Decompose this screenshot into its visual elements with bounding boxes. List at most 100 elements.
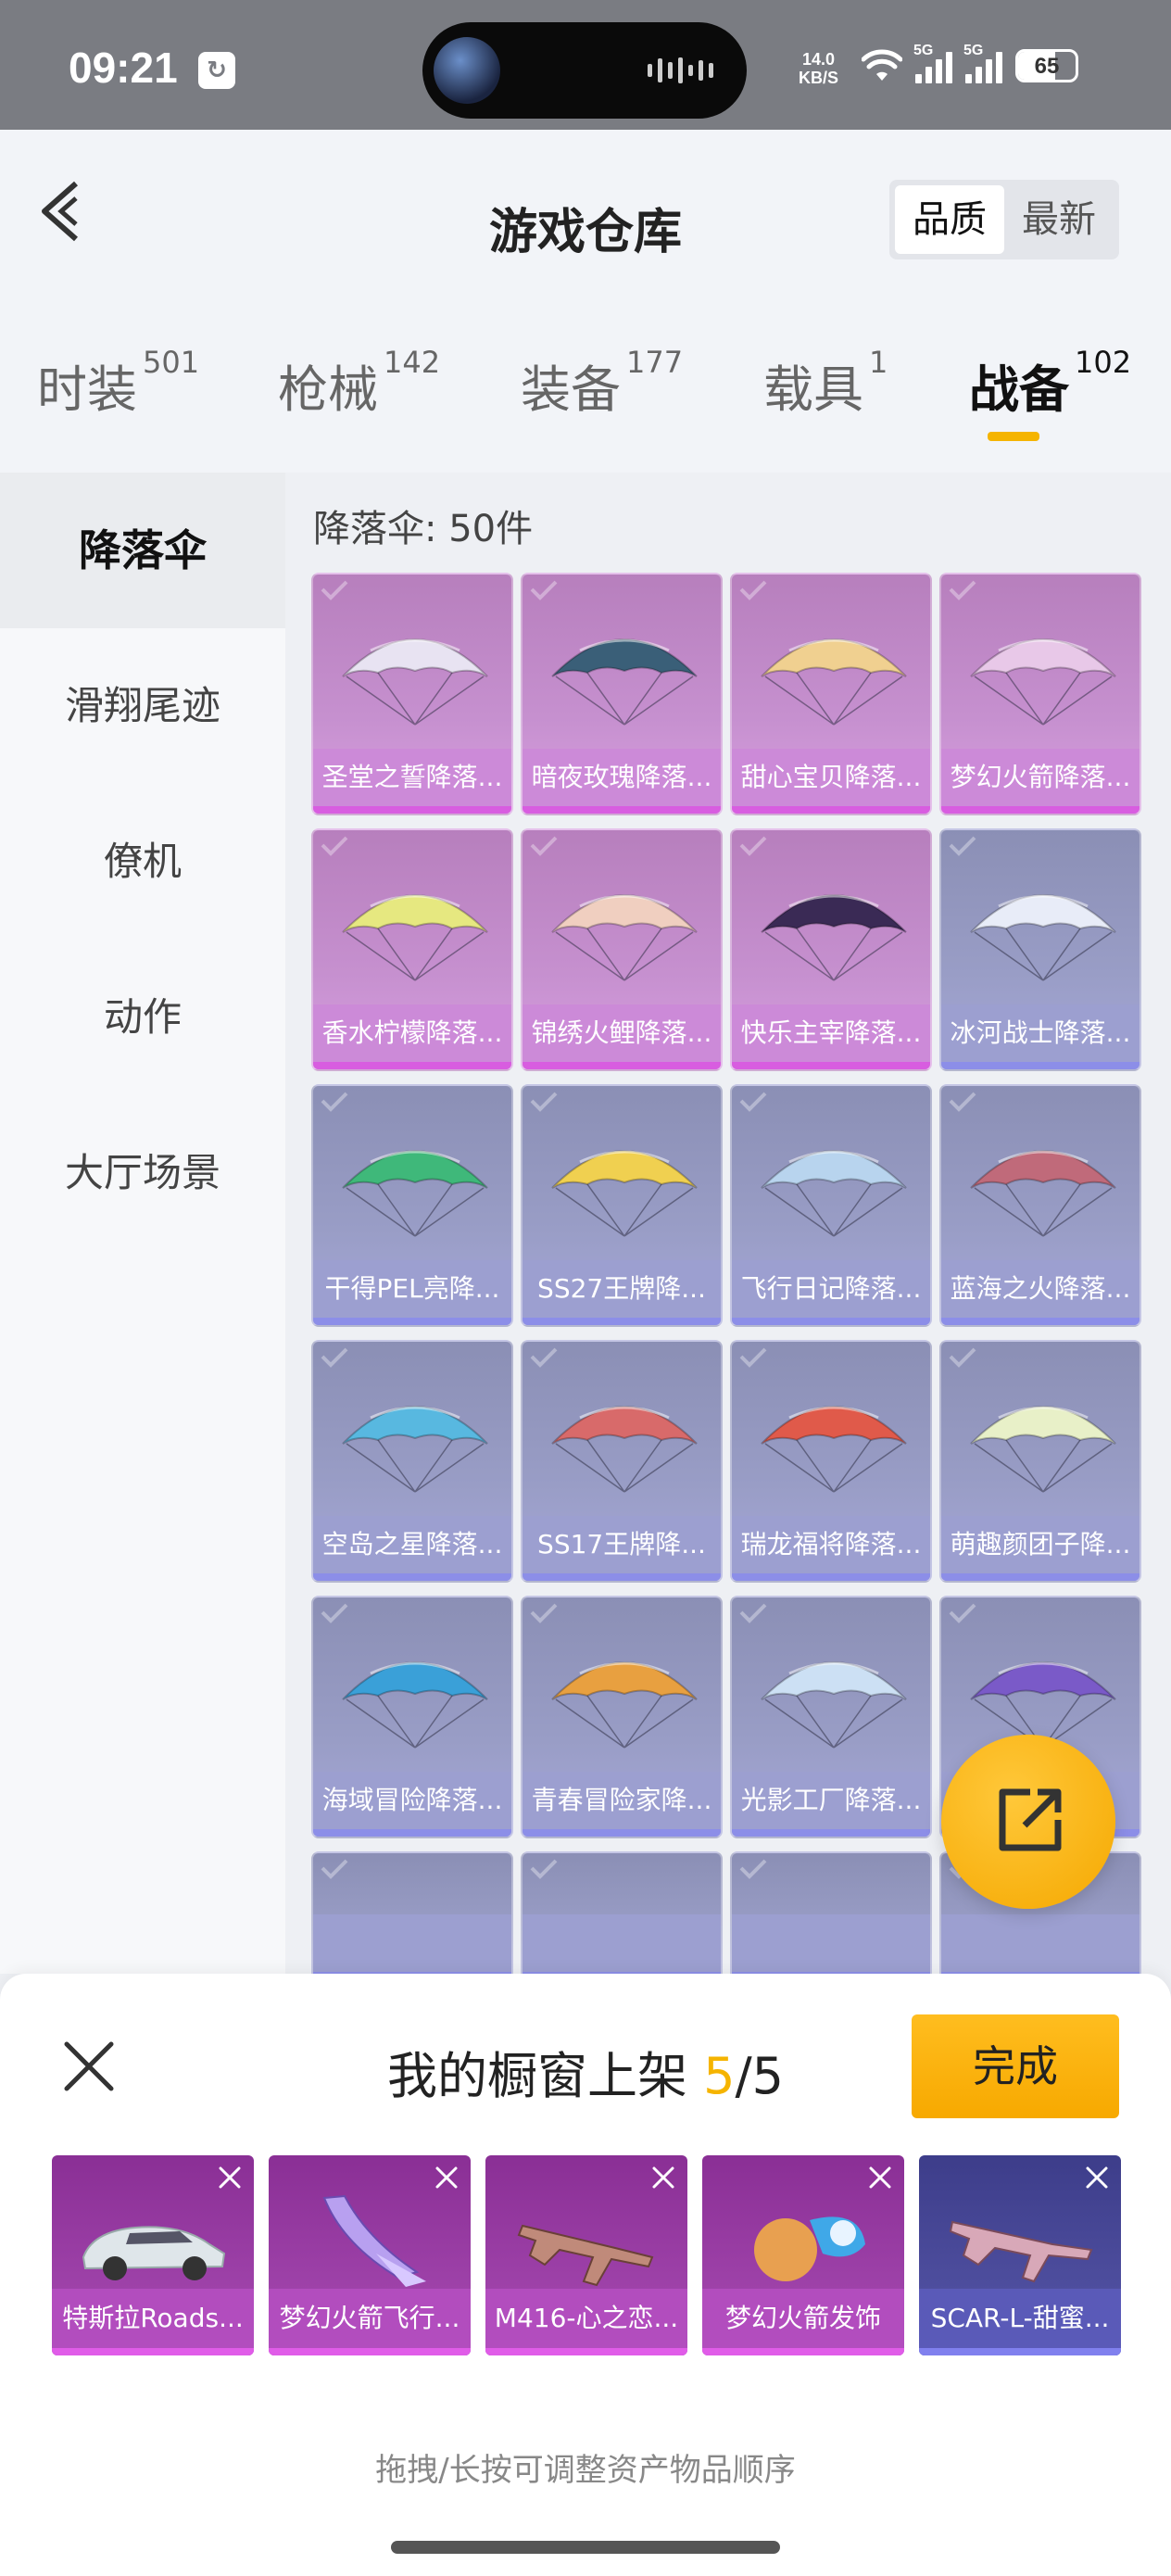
checkmark-icon[interactable] <box>528 578 560 602</box>
parachute-name: 瑞龙福将降落... <box>732 1516 930 1581</box>
sidebar-item-glide-trail[interactable]: 滑翔尾迹 <box>0 628 285 784</box>
showcase-item-name: 梦幻火箭飞行... <box>269 2289 471 2355</box>
checkmark-icon[interactable] <box>319 1601 350 1625</box>
checkmark-icon[interactable] <box>737 1090 769 1114</box>
parachute-card[interactable]: 冰河战士降落... <box>939 828 1141 1071</box>
checkmark-icon[interactable] <box>737 834 769 858</box>
parachute-name: 蓝海之火降落... <box>941 1260 1140 1325</box>
active-tab-indicator <box>988 432 1039 441</box>
parachute-card[interactable] <box>311 1851 513 1974</box>
parachute-icon <box>551 894 698 981</box>
checkmark-icon[interactable] <box>528 1090 560 1114</box>
parachute-name: 飞行日记降落... <box>732 1260 930 1325</box>
parachute-card[interactable]: 暗夜玫瑰降落... <box>521 573 723 815</box>
checkmark-icon[interactable] <box>528 1345 560 1370</box>
checkmark-icon[interactable] <box>319 1857 350 1881</box>
checkmark-icon[interactable] <box>947 834 978 858</box>
home-indicator[interactable] <box>391 2541 780 2554</box>
sidebar: 降落伞 滑翔尾迹 僚机 动作 大厅场景 <box>0 473 285 1974</box>
share-button[interactable] <box>941 1735 1115 1909</box>
parachute-card[interactable]: 飞行日记降落... <box>730 1084 932 1327</box>
checkmark-icon[interactable] <box>319 834 350 858</box>
parachute-icon <box>342 1150 488 1237</box>
showcase-item[interactable]: SCAR-L-甜蜜... <box>919 2155 1121 2355</box>
tab-weapons[interactable]: 枪械 142 <box>278 345 440 422</box>
sidebar-item-parachute[interactable]: 降落伞 <box>0 473 285 628</box>
sort-newest-button[interactable]: 最新 <box>1004 185 1114 254</box>
showcase-item[interactable]: M416-心之恋... <box>485 2155 687 2355</box>
sidebar-item-emotes[interactable]: 动作 <box>0 940 285 1095</box>
parachute-icon <box>342 1406 488 1493</box>
checkmark-icon[interactable] <box>319 1345 350 1370</box>
showcase-item[interactable]: 特斯拉Roads... <box>52 2155 254 2355</box>
tab-vehicles[interactable]: 载具 1 <box>763 345 888 422</box>
checkmark-icon[interactable] <box>528 1601 560 1625</box>
parachute-card[interactable]: SS17王牌降... <box>521 1340 723 1583</box>
showcase-current-count: 5 <box>703 2047 736 2105</box>
parachute-card[interactable]: 空岛之星降落... <box>311 1340 513 1583</box>
checkmark-icon[interactable] <box>947 1345 978 1370</box>
sidebar-item-lobby-scene[interactable]: 大厅场景 <box>0 1095 285 1251</box>
tab-count: 501 <box>143 345 200 380</box>
tab-gear[interactable]: 战备 102 <box>969 345 1132 422</box>
parachute-name: 甜心宝贝降落... <box>732 749 930 814</box>
parachute-card[interactable] <box>730 1851 932 1974</box>
parachute-card[interactable]: 锦绣火鲤降落... <box>521 828 723 1071</box>
tab-equipment[interactable]: 装备 177 <box>521 345 683 422</box>
wifi-icon <box>862 49 902 81</box>
checkmark-icon[interactable] <box>528 1857 560 1881</box>
parachute-icon <box>761 1150 907 1237</box>
parachute-name: 梦幻火箭降落... <box>941 749 1140 814</box>
parachute-card[interactable]: 甜心宝贝降落... <box>730 573 932 815</box>
sort-toggle[interactable]: 品质 最新 <box>889 180 1119 259</box>
parachute-name: 锦绣火鲤降落... <box>523 1004 721 1069</box>
audio-wave-icon <box>648 57 713 83</box>
hair-icon <box>754 2216 865 2281</box>
parachute-icon <box>551 1150 698 1237</box>
checkmark-icon[interactable] <box>947 578 978 602</box>
app-notification-icon: ↻ <box>198 52 235 89</box>
dynamic-island[interactable] <box>422 22 747 119</box>
parachute-card[interactable]: 青春冒险家降... <box>521 1596 723 1838</box>
done-button[interactable]: 完成 <box>912 2014 1119 2118</box>
parachute-card[interactable]: 蓝海之火降落... <box>939 1084 1141 1327</box>
checkmark-icon[interactable] <box>737 1601 769 1625</box>
tab-label: 载具 <box>763 360 863 419</box>
parachute-card[interactable]: 快乐主宰降落... <box>730 828 932 1071</box>
checkmark-icon[interactable] <box>737 1345 769 1370</box>
signal-1-tag: 5G <box>913 43 934 58</box>
sidebar-item-wingman[interactable]: 僚机 <box>0 784 285 940</box>
parachute-card[interactable]: 香水柠檬降落... <box>311 828 513 1071</box>
showcase-item[interactable]: 梦幻火箭发饰 <box>702 2155 904 2355</box>
parachute-card[interactable]: 光影工厂降落... <box>730 1596 932 1838</box>
parachute-card[interactable]: SS27王牌降... <box>521 1084 723 1327</box>
parachute-card[interactable]: 海域冒险降落... <box>311 1596 513 1838</box>
parachute-card[interactable]: 干得PEL亮降... <box>311 1084 513 1327</box>
parachute-icon <box>551 1406 698 1493</box>
reorder-hint: 拖拽/长按可调整资产物品顺序 <box>375 2452 796 2489</box>
parachute-card[interactable]: 萌趣颜团子降... <box>939 1340 1141 1583</box>
showcase-item[interactable]: 梦幻火箭飞行... <box>269 2155 471 2355</box>
parachute-card[interactable]: 圣堂之誓降落... <box>311 573 513 815</box>
parachute-card[interactable]: 瑞龙福将降落... <box>730 1340 932 1583</box>
signal-1-icon: 5G <box>913 43 952 83</box>
checkmark-icon[interactable] <box>737 578 769 602</box>
checkmark-icon[interactable] <box>528 834 560 858</box>
net-speed-value: 14.0 <box>801 50 836 69</box>
parachute-card[interactable]: 梦幻火箭降落... <box>939 573 1141 815</box>
media-avatar <box>434 37 500 104</box>
checkmark-icon[interactable] <box>319 1090 350 1114</box>
checkmark-icon[interactable] <box>947 1090 978 1114</box>
tab-count: 102 <box>1075 345 1132 380</box>
showcase-item-name: SCAR-L-甜蜜... <box>919 2289 1121 2355</box>
tab-outfits[interactable]: 时装 501 <box>37 345 200 422</box>
showcase-shelf: 特斯拉Roads... 梦幻火箭飞行... M416-心之恋... 梦幻火箭发饰 SCA… <box>52 2155 1121 2355</box>
checkmark-icon[interactable] <box>319 578 350 602</box>
checkmark-icon[interactable] <box>947 1601 978 1625</box>
parachute-icon <box>342 894 488 981</box>
parachute-name: 青春冒险家降... <box>523 1772 721 1837</box>
checkmark-icon[interactable] <box>737 1857 769 1881</box>
tab-label: 枪械 <box>278 360 378 419</box>
sort-quality-button[interactable]: 品质 <box>895 185 1004 254</box>
parachute-card[interactable] <box>521 1851 723 1974</box>
